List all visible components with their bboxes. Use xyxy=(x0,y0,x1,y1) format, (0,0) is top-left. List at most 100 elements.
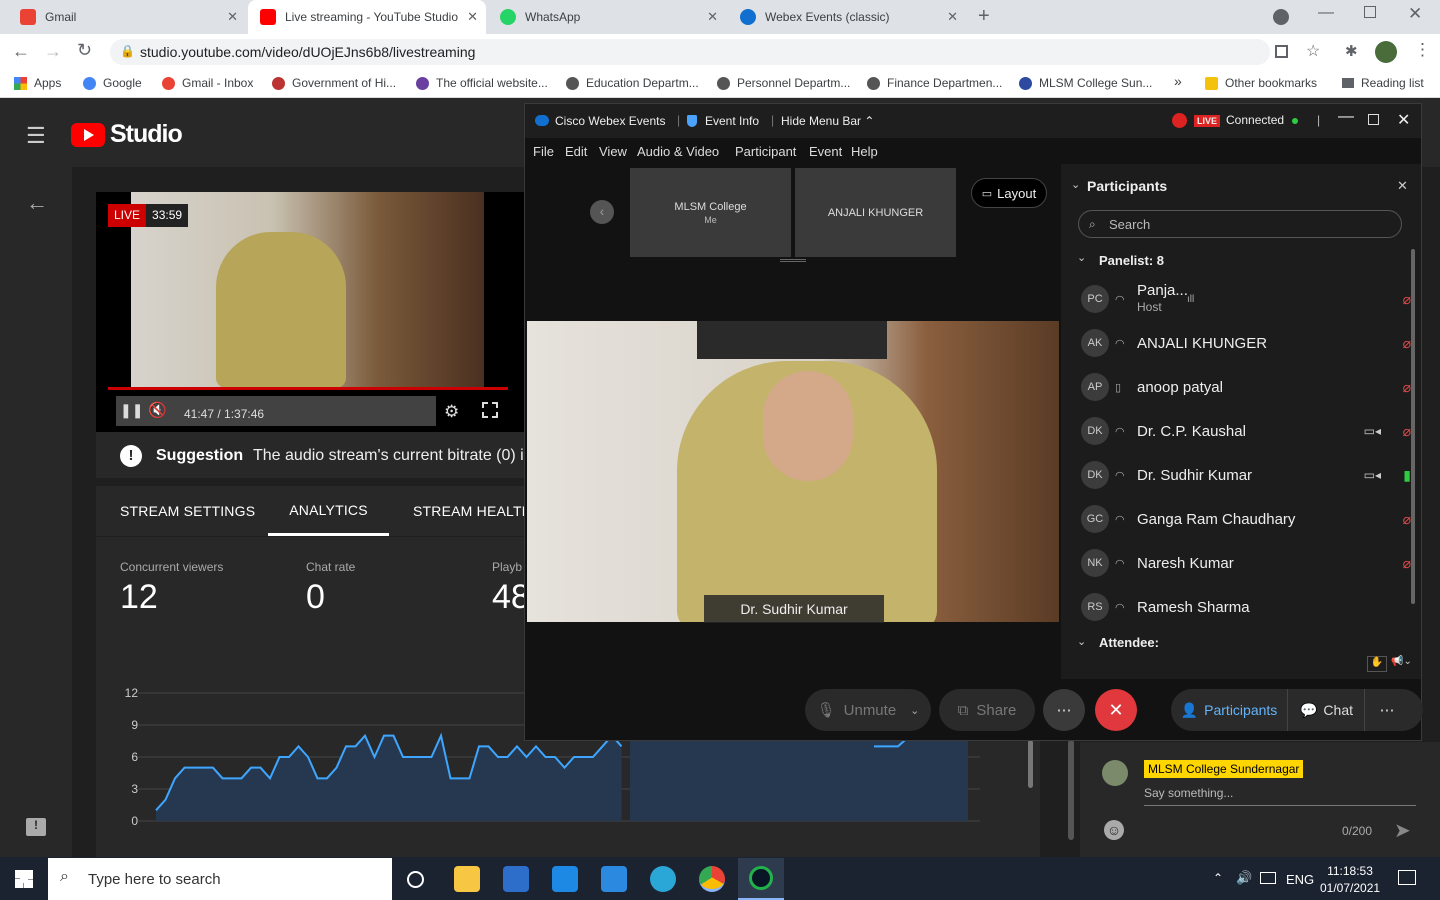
participant-row[interactable]: RS ◠ Ramesh Sharma xyxy=(1081,585,1411,629)
tab-search-icon[interactable] xyxy=(1273,9,1289,25)
thumbnail-mlsm-college[interactable]: MLSM College Me xyxy=(630,168,791,257)
taskbar-search[interactable]: ⌕ Type here to search xyxy=(48,858,392,900)
bookmark-finance[interactable]: Finance Departmen... xyxy=(867,76,1002,90)
participants-scrollbar[interactable] xyxy=(1411,249,1415,604)
restore-icon[interactable] xyxy=(1364,6,1376,18)
whiteboard-icon[interactable] xyxy=(552,866,578,892)
emoji-icon[interactable]: ☺ xyxy=(1104,820,1124,840)
participant-row[interactable]: DK ◠ Dr. Sudhir Kumar ▭◂ ▮ xyxy=(1081,453,1411,497)
reactions-icon[interactable]: 📢⌄ xyxy=(1391,656,1417,672)
menu-file[interactable]: File xyxy=(533,144,554,159)
bookmark-gmail-inbox[interactable]: Gmail - Inbox xyxy=(162,76,253,90)
panelist-header[interactable]: Panelist: 8 xyxy=(1099,253,1164,268)
tab-stream-settings[interactable]: STREAM SETTINGS xyxy=(120,486,255,536)
progress-bar[interactable] xyxy=(108,387,508,390)
participant-row[interactable]: AK ◠ ANJALI KHUNGER ⌀ xyxy=(1081,321,1411,365)
tab-stream-health[interactable]: STREAM HEALTH xyxy=(413,486,532,536)
close-tab-icon[interactable]: ✕ xyxy=(467,9,478,25)
webex-taskbar-button[interactable] xyxy=(738,858,784,900)
chat-toggle-button[interactable]: 💬 Chat xyxy=(1289,689,1365,731)
mic-muted-icon[interactable]: ⌀ xyxy=(1403,555,1411,572)
thumbnail-anjali[interactable]: ANJALI KHUNGER xyxy=(795,168,956,257)
attendee-header[interactable]: Attendee: xyxy=(1099,635,1159,650)
bookmark-education[interactable]: Education Departm... xyxy=(566,76,699,90)
tab-gmail[interactable]: Gmail ✕ xyxy=(8,0,246,34)
menu-participant[interactable]: Participant xyxy=(735,144,796,159)
settings-gear-icon[interactable]: ⚙ xyxy=(444,402,459,422)
collapse-chevron-icon[interactable]: ⌄ xyxy=(1071,178,1080,191)
attendee-chevron-icon[interactable]: ⌄ xyxy=(1077,635,1086,648)
menu-audio-video[interactable]: Audio & Video xyxy=(637,144,719,159)
menu-edit[interactable]: Edit xyxy=(565,144,587,159)
extensions-icon[interactable]: ✱ xyxy=(1345,42,1358,60)
bookmark-personnel[interactable]: Personnel Departm... xyxy=(717,76,850,90)
mute-icon[interactable]: 🔇 xyxy=(148,401,167,419)
minimize-icon[interactable]: — xyxy=(1318,4,1334,22)
new-tab-button[interactable]: + xyxy=(978,5,990,28)
tab-webex[interactable]: Webex Events (classic) ✕ xyxy=(728,0,966,34)
bookmark-mlsm[interactable]: MLSM College Sun... xyxy=(1019,76,1152,90)
layout-button[interactable]: ▭ Layout xyxy=(971,178,1047,208)
more-panels-button[interactable]: ⋯ xyxy=(1367,689,1407,731)
menu-view[interactable]: View xyxy=(599,144,627,159)
event-info-button[interactable]: Event Info xyxy=(705,114,759,128)
qr-icon[interactable] xyxy=(1275,45,1288,58)
volume-icon[interactable]: 🔊 xyxy=(1236,870,1252,886)
resize-handle[interactable] xyxy=(780,259,806,262)
leave-event-button[interactable]: ✕ xyxy=(1095,689,1137,731)
menu-event[interactable]: Event xyxy=(809,144,842,159)
participant-row[interactable]: PC ◠ Panja... Host ıll ⌀ xyxy=(1081,277,1411,321)
participant-search-input[interactable]: ⌕ Search xyxy=(1078,210,1402,238)
webex-minimize-icon[interactable]: — xyxy=(1338,108,1354,126)
pause-icon[interactable]: ❚❚ xyxy=(120,402,143,419)
windows-start-icon[interactable] xyxy=(15,870,33,888)
participant-row[interactable]: GC ◠ Ganga Ram Chaudhary ⌀ xyxy=(1081,497,1411,541)
hide-menu-bar-button[interactable]: Hide Menu Bar ⌃ xyxy=(781,114,874,128)
close-panel-icon[interactable]: ✕ xyxy=(1397,178,1408,194)
participant-row[interactable]: AP ▯ anoop patyal ⌀ xyxy=(1081,365,1411,409)
share-button[interactable]: ⧉ Share xyxy=(939,689,1035,731)
mic-muted-icon[interactable]: ⌀ xyxy=(1403,423,1411,440)
url-input[interactable]: 🔒 studio.youtube.com/video/dUOjEJns6b8/l… xyxy=(110,39,1270,65)
feedback-icon[interactable]: ! xyxy=(26,818,46,836)
tray-chevron-icon[interactable]: ⌃ xyxy=(1213,871,1223,885)
participants-toggle-button[interactable]: 👤 Participants xyxy=(1171,689,1288,731)
bookmark-apps[interactable]: Apps xyxy=(14,76,61,90)
page-scrollbar[interactable] xyxy=(1068,740,1074,840)
participant-row[interactable]: NK ◠ Naresh Kumar ⌀ xyxy=(1081,541,1411,585)
more-options-button[interactable]: ⋯ xyxy=(1043,689,1085,731)
chat-input[interactable]: Say something... xyxy=(1144,786,1416,806)
mic-on-icon[interactable]: ▮ xyxy=(1403,467,1411,484)
participant-row[interactable]: DK ◠ Dr. C.P. Kaushal ▭◂ ⌀ xyxy=(1081,409,1411,453)
bookmark-google[interactable]: Google xyxy=(83,76,142,90)
network-icon[interactable] xyxy=(1260,872,1276,884)
panelist-chevron-icon[interactable]: ⌄ xyxy=(1077,251,1086,264)
clock[interactable]: 11:18:53 01/07/2021 xyxy=(1320,863,1380,897)
video-preview[interactable]: LIVE 33:59 ❚❚ 🔇 41:47 / 1:37:46 ⚙ xyxy=(96,192,524,432)
other-bookmarks[interactable]: Other bookmarks xyxy=(1205,76,1317,90)
reading-list[interactable]: Reading list xyxy=(1342,76,1424,90)
chevron-down-icon[interactable]: ⌄ xyxy=(910,704,919,717)
fullscreen-icon[interactable] xyxy=(482,402,498,418)
back-arrow-icon[interactable]: ← xyxy=(26,190,48,216)
menu-help[interactable]: Help xyxy=(851,144,878,159)
tab-youtube-studio[interactable]: Live streaming - YouTube Studio ✕ xyxy=(248,0,486,34)
forward-icon[interactable]: → xyxy=(44,41,62,62)
send-icon[interactable]: ➤ xyxy=(1394,818,1411,843)
mic-muted-icon[interactable]: ⌀ xyxy=(1403,379,1411,396)
language-indicator[interactable]: ENG xyxy=(1286,872,1314,887)
back-icon[interactable]: ← xyxy=(12,41,30,62)
webex-close-icon[interactable]: ✕ xyxy=(1397,110,1410,130)
mic-muted-icon[interactable]: ⌀ xyxy=(1403,335,1411,352)
close-tab-icon[interactable]: ✕ xyxy=(707,9,718,25)
mail-icon[interactable] xyxy=(601,866,627,892)
video-camera-icon[interactable]: ▭◂ xyxy=(1364,468,1381,482)
webex-maximize-icon[interactable] xyxy=(1368,114,1379,125)
chart-scrollbar[interactable] xyxy=(1028,740,1033,788)
close-window-icon[interactable]: ✕ xyxy=(1408,4,1422,24)
file-explorer-icon[interactable] xyxy=(454,866,480,892)
raise-hand-icon[interactable]: ✋ xyxy=(1367,656,1387,672)
bookmark-star-icon[interactable]: ☆ xyxy=(1306,41,1320,61)
edge-icon[interactable] xyxy=(650,866,676,892)
profile-avatar[interactable] xyxy=(1375,41,1397,63)
